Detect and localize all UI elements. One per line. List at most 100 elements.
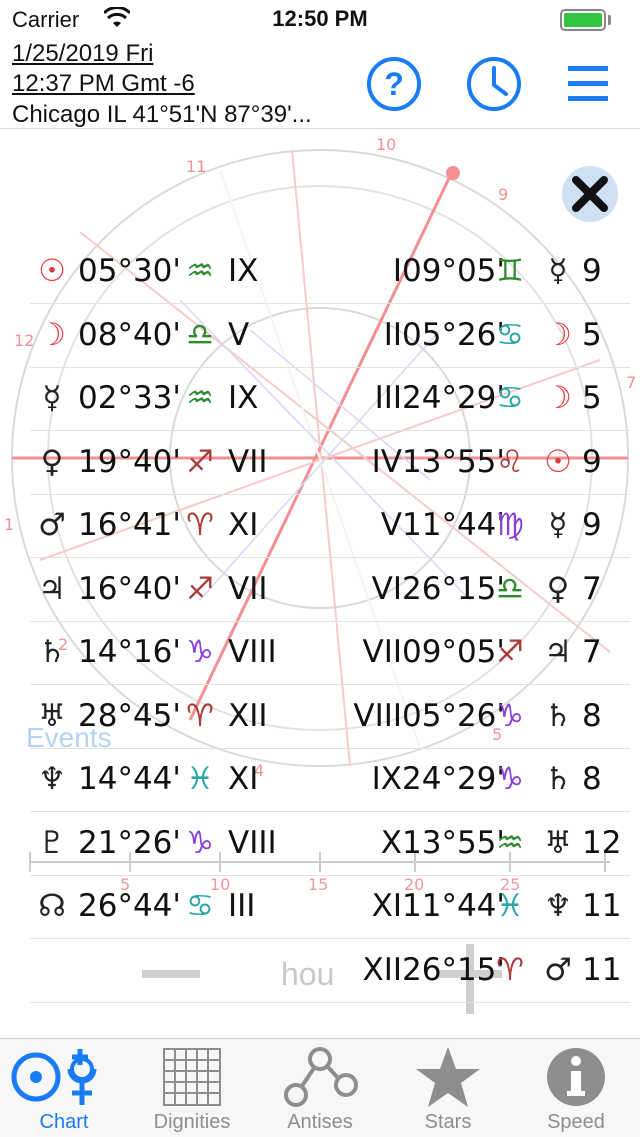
planet-house: XI bbox=[228, 761, 259, 797]
chart-date-link[interactable]: 1/25/2019 Fri bbox=[12, 40, 153, 68]
planet-house: IX bbox=[228, 253, 259, 289]
cusp-degree: 13°55' bbox=[402, 824, 505, 861]
position-row[interactable]: ♀ 19°40' ♐ VII IV 13°55' ♌ ☉ 9 bbox=[30, 431, 630, 495]
close-icon[interactable] bbox=[562, 166, 618, 222]
dignities-grid-icon bbox=[163, 1048, 221, 1106]
tab-dignities[interactable]: Dignities bbox=[128, 1039, 256, 1137]
libra-icon: ♎ bbox=[496, 570, 524, 607]
position-row[interactable]: ♂ 16°41' ♈ XI V 11°44' ♍ ☿ 9 bbox=[30, 494, 630, 558]
tab-stars-label: Stars bbox=[424, 1111, 472, 1133]
virgo-icon: ♍ bbox=[496, 507, 524, 543]
position-row[interactable]: ♃ 16°40' ♐ VII VI 26°15' ♎ ♀ 7 bbox=[30, 558, 630, 622]
neptune-icon: ♆ bbox=[544, 888, 572, 924]
jupiter-icon: ♃ bbox=[544, 634, 572, 670]
planet-degree: 05°30' bbox=[78, 253, 181, 289]
ruler-house-number: 9 bbox=[582, 253, 602, 289]
cancer-icon: ♋ bbox=[496, 380, 524, 416]
chart-location[interactable]: Chicago IL 41°51'N 87°39'... bbox=[12, 101, 312, 129]
uranus-icon: ♅ bbox=[38, 697, 66, 734]
planet-degree: 14°16' bbox=[78, 634, 181, 670]
capricorn-icon: ♑ bbox=[496, 761, 524, 797]
position-row[interactable]: ☊ 26°44' ♋ III XI 11°44' ♓ ♆ 11 bbox=[30, 875, 630, 939]
venus-icon: ♀ bbox=[40, 443, 64, 480]
cusp-degree: 26°15' bbox=[402, 570, 505, 607]
svg-text:1: 1 bbox=[4, 515, 14, 534]
tab-speed-label: Speed bbox=[547, 1111, 605, 1133]
leo-icon: ♌ bbox=[496, 443, 524, 480]
sagittarius-icon: ♐ bbox=[186, 570, 214, 607]
cusp-degree: 24°29' bbox=[402, 761, 505, 797]
menu-icon[interactable] bbox=[562, 56, 618, 112]
house-cusp-number: X bbox=[380, 824, 402, 861]
mercury-icon: ☿ bbox=[548, 253, 568, 289]
help-icon[interactable]: ? bbox=[366, 56, 422, 112]
planet-degree: 28°45' bbox=[78, 697, 181, 734]
clock-icon[interactable] bbox=[466, 56, 522, 112]
planet-glyph bbox=[30, 939, 74, 1002]
position-row[interactable]: ☽ 08°40' ♎ V II 05°26' ♋ ☽ 5 bbox=[30, 304, 630, 368]
pisces-icon: ♓ bbox=[496, 888, 524, 924]
house-cusp-number: VII bbox=[362, 634, 403, 670]
star-icon bbox=[416, 1047, 480, 1107]
moon-icon: ☽ bbox=[544, 380, 572, 416]
ruler-house-number: 7 bbox=[582, 570, 602, 607]
planet-house: V bbox=[228, 316, 250, 353]
planet-house: III bbox=[228, 888, 256, 924]
ruler-house-number: 8 bbox=[582, 697, 602, 734]
ruler-house-number: 5 bbox=[582, 316, 602, 353]
libra-icon: ♎ bbox=[186, 316, 214, 353]
aries-icon: ♈ bbox=[186, 697, 214, 734]
saturn-icon: ♄ bbox=[544, 761, 572, 797]
planet-house: VII bbox=[228, 570, 268, 607]
saturn-icon: ♄ bbox=[38, 634, 66, 670]
planet-house: IX bbox=[228, 380, 259, 416]
tab-antises[interactable]: Antises bbox=[256, 1039, 384, 1137]
aries-icon: ♈ bbox=[186, 507, 214, 543]
tab-stars[interactable]: Stars bbox=[384, 1039, 512, 1137]
chart-time-link[interactable]: 12:37 PM Gmt -6 bbox=[12, 70, 195, 98]
neptune-icon: ♆ bbox=[38, 761, 66, 797]
cusp-degree: 09°05' bbox=[402, 634, 505, 670]
aquarius-icon: ♒ bbox=[186, 253, 214, 289]
mercury-icon: ☿ bbox=[42, 380, 62, 416]
svg-text:9: 9 bbox=[498, 185, 508, 204]
tab-bar: Chart Dignities Antises Stars Speed bbox=[0, 1038, 640, 1137]
moon-icon: ☽ bbox=[38, 316, 66, 353]
svg-text:?: ? bbox=[384, 66, 404, 102]
aries-icon: ♈ bbox=[496, 951, 524, 988]
position-row[interactable]: ♆ 14°44' ♓ XI IX 24°29' ♑ ♄ 8 bbox=[30, 748, 630, 812]
capricorn-icon: ♑ bbox=[496, 697, 524, 734]
ruler-house-number: 9 bbox=[582, 443, 602, 480]
cusp-degree: 26°15' bbox=[402, 951, 505, 988]
planet-degree: 14°44' bbox=[78, 761, 181, 797]
cancer-icon: ♋ bbox=[496, 316, 524, 353]
sagittarius-icon: ♐ bbox=[496, 634, 524, 670]
position-row[interactable]: ☉ 05°30' ♒ IX I 09°05' ♊ ☿ 9 bbox=[30, 240, 630, 304]
position-row[interactable]: ☿ 02°33' ♒ IX III 24°29' ♋ ☽ 5 bbox=[30, 367, 630, 431]
planet-degree: 26°44' bbox=[78, 888, 181, 924]
cusp-degree: 24°29' bbox=[402, 380, 505, 416]
planet-house: VII bbox=[228, 443, 268, 480]
position-row[interactable]: XII 26°15' ♈ ♂ 11 bbox=[30, 939, 630, 1003]
cancer-icon: ♋ bbox=[186, 888, 214, 924]
planet-degree: 02°33' bbox=[78, 380, 181, 416]
chart-header: 1/25/2019 Fri 12:37 PM Gmt -6 Chicago IL… bbox=[0, 40, 640, 129]
position-row[interactable]: ♇ 21°26' ♑ VIII X 13°55' ♒ ♅ 12 bbox=[30, 812, 630, 876]
cusp-degree: 13°55' bbox=[402, 443, 505, 480]
pisces-icon: ♓ bbox=[186, 761, 214, 797]
tab-antises-label: Antises bbox=[287, 1111, 353, 1133]
ruler-house-number: 11 bbox=[582, 951, 622, 988]
position-row[interactable]: ♄ 14°16' ♑ VIII VII 09°05' ♐ ♃ 7 bbox=[30, 621, 630, 685]
position-row[interactable]: ♅ 28°45' ♈ XII VIII 05°26' ♑ ♄ 8 bbox=[30, 685, 630, 749]
house-cusp-number: III bbox=[374, 380, 402, 416]
house-cusp-number: V bbox=[380, 507, 402, 543]
chart-icon bbox=[11, 1049, 97, 1105]
tab-chart[interactable]: Chart bbox=[0, 1039, 128, 1137]
venus-icon: ♀ bbox=[546, 570, 570, 607]
status-bar: Carrier 12:50 PM bbox=[0, 0, 640, 40]
ruler-house-number: 12 bbox=[582, 824, 622, 861]
planet-degree bbox=[78, 939, 178, 1002]
tab-speed[interactable]: Speed bbox=[512, 1039, 640, 1137]
planet-house: XII bbox=[228, 697, 268, 734]
mars-icon: ♂ bbox=[38, 507, 66, 543]
